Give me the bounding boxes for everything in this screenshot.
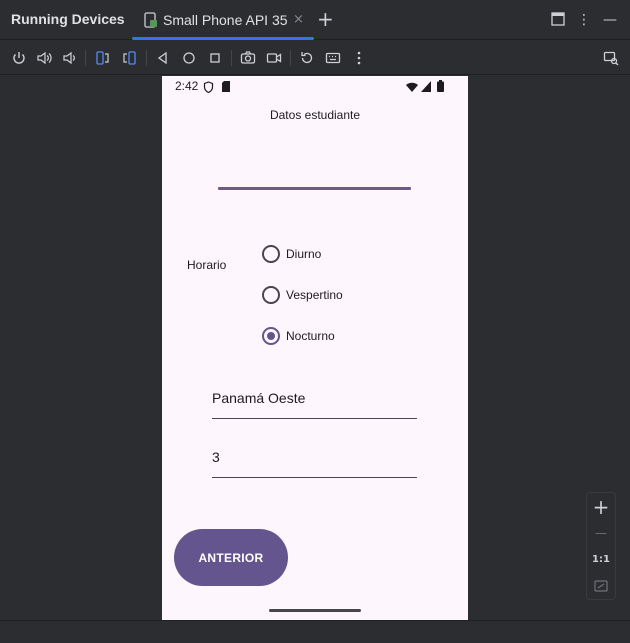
radio-button[interactable] [262,245,280,263]
device-mirror-icon[interactable] [602,49,620,67]
location-input[interactable]: Panamá Oeste [212,378,417,419]
status-strip [0,620,630,643]
back-icon[interactable] [154,49,172,67]
more-icon[interactable] [350,49,368,67]
rotate-right-icon[interactable] [120,49,138,67]
reset-icon[interactable] [298,49,316,67]
radio-diurno[interactable]: Diurno [262,244,321,264]
volume-down-icon[interactable] [60,49,78,67]
radio-vespertino[interactable]: Vespertino [262,285,343,305]
toolbar-separator [146,50,147,66]
number-input[interactable]: 3 [212,437,417,478]
gesture-nav-handle[interactable] [269,609,361,612]
radio-label: Vespertino [286,288,343,302]
tool-window-title: Running Devices [11,11,125,27]
tab-selected-indicator [132,37,314,40]
overview-icon[interactable] [206,49,224,67]
status-time: 2:42 [175,79,199,93]
sd-card-icon [222,81,230,92]
tab-label: Small Phone API 35 [163,12,288,28]
power-icon[interactable] [10,49,28,67]
anterior-button[interactable]: ANTERIOR [174,529,288,586]
volume-up-icon[interactable] [35,49,53,67]
toolbar-separator [290,50,291,66]
radio-button[interactable] [262,286,280,304]
screenshot-icon[interactable] [239,49,257,67]
horario-label: Horario [187,258,227,272]
status-bar: 2:42 [162,76,468,98]
radio-label: Nocturno [286,329,335,343]
window-icon[interactable] [550,12,566,28]
name-input[interactable] [218,187,411,190]
location-value: Panamá Oeste [212,390,306,406]
tab-small-phone[interactable]: Small Phone API 35 × [132,0,314,40]
zoom-in-icon[interactable]: + [587,496,615,518]
wifi-icon [406,82,418,92]
keyboard-icon[interactable] [324,49,342,67]
actual-size-button[interactable]: 1:1 [587,551,615,569]
minimize-icon[interactable]: — [602,12,618,28]
app-title: Datos estudiante [269,108,361,122]
zoom-out-icon[interactable]: — [587,523,615,543]
toolbar-separator [85,50,86,66]
zoom-controls: + — 1:1 [586,492,616,600]
number-value: 3 [212,449,220,465]
signal-icon [421,81,431,92]
home-icon[interactable] [180,49,198,67]
close-tab-icon[interactable]: × [293,12,304,27]
radio-label: Diurno [286,247,322,261]
fit-screen-icon[interactable] [587,577,615,596]
phone-screen[interactable]: 2:42 Datos estudiante Horario Diurno Ves… [162,76,468,621]
toolbar-separator [231,50,232,66]
screen-record-icon[interactable] [265,49,283,67]
device-toolbar [0,41,630,75]
radio-button-selected[interactable] [262,327,280,345]
tool-window-header: Running Devices Small Phone API 35 × + ⋮… [0,0,630,40]
rotate-left-icon[interactable] [94,49,112,67]
radio-nocturno[interactable]: Nocturno [262,326,335,346]
battery-icon [437,80,444,92]
device-icon [144,12,157,28]
data-saver-icon [203,81,214,93]
more-options-icon[interactable]: ⋮ [576,12,592,28]
add-tab-icon[interactable]: + [317,9,334,29]
